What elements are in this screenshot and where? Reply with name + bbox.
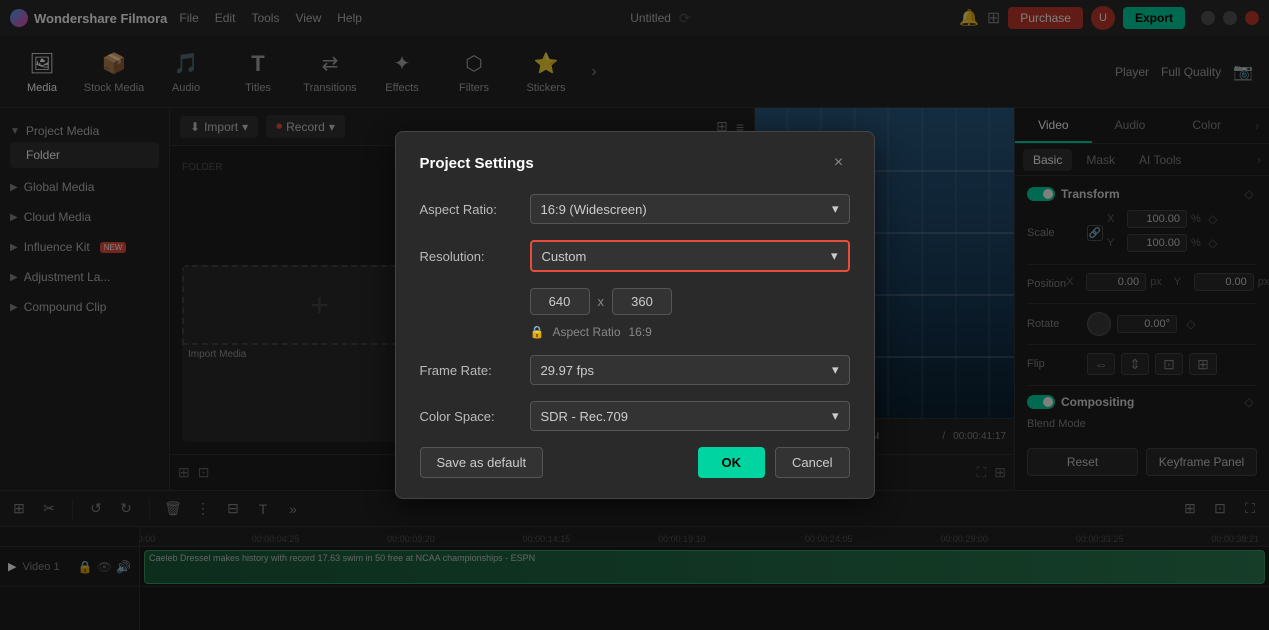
color-space-row: Color Space: SDR - Rec.709 ▾ — [420, 401, 850, 431]
resolution-width-input[interactable] — [530, 288, 590, 315]
frame-rate-select[interactable]: 29.97 fps ▾ — [530, 355, 850, 385]
dialog-title: Project Settings — [420, 155, 534, 172]
aspect-ratio-dropdown-arrow: ▾ — [832, 201, 839, 217]
resolution-row: Resolution: Custom ▾ — [420, 240, 850, 272]
color-space-value: SDR - Rec.709 — [541, 409, 628, 424]
dialog-close-button[interactable]: × — [828, 152, 850, 174]
aspect-ratio-label: Aspect Ratio: — [420, 202, 530, 217]
resolution-label: Resolution: — [420, 249, 530, 264]
aspect-ratio-display-value: 16:9 — [629, 325, 652, 339]
color-space-dropdown-arrow: ▾ — [832, 408, 839, 424]
color-space-label: Color Space: — [420, 409, 530, 424]
lock-aspect-icon: 🔒 — [530, 325, 545, 339]
dialog-footer: Save as default OK Cancel — [420, 447, 850, 478]
aspect-ratio-select[interactable]: 16:9 (Widescreen) ▾ — [530, 194, 850, 224]
frame-rate-value: 29.97 fps — [541, 363, 595, 378]
resolution-inputs: x — [530, 288, 850, 315]
aspect-ratio-value: 16:9 (Widescreen) — [541, 202, 647, 217]
project-settings-dialog: Project Settings × Aspect Ratio: 16:9 (W… — [395, 131, 875, 499]
resolution-height-input[interactable] — [612, 288, 672, 315]
aspect-ratio-display-row: 🔒 Aspect Ratio 16:9 — [530, 325, 850, 339]
resolution-dropdown-arrow: ▾ — [831, 248, 838, 264]
ok-button[interactable]: OK — [698, 447, 766, 478]
save-as-default-button[interactable]: Save as default — [420, 447, 544, 478]
aspect-ratio-row: Aspect Ratio: 16:9 (Widescreen) ▾ — [420, 194, 850, 224]
dialog-header: Project Settings × — [420, 152, 850, 174]
cancel-button[interactable]: Cancel — [775, 447, 849, 478]
aspect-ratio-display-label: Aspect Ratio — [552, 325, 620, 339]
frame-rate-row: Frame Rate: 29.97 fps ▾ — [420, 355, 850, 385]
resolution-value: Custom — [542, 249, 587, 264]
resolution-x-separator: x — [598, 294, 605, 309]
dialog-overlay: Project Settings × Aspect Ratio: 16:9 (W… — [0, 0, 1269, 630]
color-space-select[interactable]: SDR - Rec.709 ▾ — [530, 401, 850, 431]
resolution-select[interactable]: Custom ▾ — [530, 240, 850, 272]
frame-rate-dropdown-arrow: ▾ — [832, 362, 839, 378]
frame-rate-label: Frame Rate: — [420, 363, 530, 378]
